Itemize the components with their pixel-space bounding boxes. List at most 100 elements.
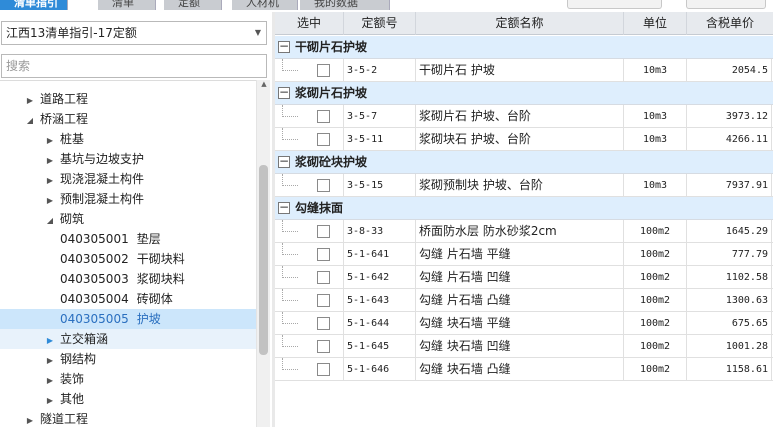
collapse-minus-icon[interactable]: − [278, 86, 290, 99]
table-row[interactable]: 5-1-643 勾缝 片石墙 凸缝 100m2 1300.63 [275, 289, 773, 312]
expand-triangle-icon[interactable]: ▶ [24, 91, 36, 111]
tree-item[interactable]: ▶ 预制混凝土构件 [0, 189, 256, 209]
column-header-name[interactable]: 定额名称 [416, 12, 624, 35]
row-checkbox[interactable] [317, 317, 330, 330]
collapse-minus-icon[interactable]: − [278, 201, 290, 214]
tree-item-040305001[interactable]: 040305001 垫层 [0, 229, 256, 249]
row-checkbox[interactable] [317, 340, 330, 353]
scroll-up-icon[interactable]: ▲ [257, 80, 271, 92]
quota-code-cell: 3-5-7 [344, 105, 416, 127]
table-row[interactable]: 5-1-641 勾缝 片石墙 平缝 100m2 777.79 [275, 243, 773, 266]
expand-triangle-icon[interactable]: ▶ [24, 411, 36, 427]
price-cell: 1158.61 [687, 358, 772, 380]
tree-item[interactable]: ◢ 桥涵工程 [0, 109, 256, 129]
tree-item-name: 干砌块料 [136, 252, 185, 266]
tree-item-040305003[interactable]: 040305003 浆砌块料 [0, 269, 256, 289]
column-header-code[interactable]: 定额号 [344, 12, 416, 35]
tree-item[interactable]: ◢ 砌筑 [0, 209, 256, 229]
select-cell [275, 312, 344, 334]
tab-my-data[interactable]: 我的数据 [300, 0, 390, 10]
left-panel: 江西13清单指引-17定额 ▼ ▶ 道路工程 ◢ 桥涵工程 ▶ 桩基 ▶ 基坑与边坡支护 ▶ 现浇… [0, 12, 272, 427]
quota-name-cell: 浆砌片石 护坡、台阶 [416, 105, 624, 127]
expand-triangle-icon[interactable]: ▶ [44, 151, 56, 171]
library-select[interactable]: 江西13清单指引-17定额 ▼ [1, 21, 267, 45]
top-action-button-2[interactable] [686, 0, 766, 9]
top-action-button-1[interactable] [567, 0, 662, 9]
expand-triangle-icon[interactable]: ▶ [44, 391, 56, 411]
tree-item[interactable]: ▶ 钢结构 [0, 349, 256, 369]
collapse-minus-icon[interactable]: − [278, 40, 290, 53]
group-row[interactable]: − 浆砌砼块护坡 [275, 151, 773, 174]
tab-quota[interactable]: 定额 [164, 0, 222, 10]
tree-item[interactable]: ▶ 现浇混凝土构件 [0, 169, 256, 189]
quota-code-cell: 3-5-11 [344, 128, 416, 150]
row-checkbox[interactable] [317, 133, 330, 146]
top-tab-strip: 清单指引 清单 定额 人材机 我的数据 [0, 0, 395, 10]
group-row[interactable]: − 勾缝抹面 [275, 197, 773, 220]
tree-connector-line [282, 358, 298, 370]
table-row[interactable]: 5-1-644 勾缝 块石墙 平缝 100m2 675.65 [275, 312, 773, 335]
tree-item-040305005[interactable]: 040305005 护坡 [0, 309, 256, 329]
table-row[interactable]: 3-8-33 桥面防水层 防水砂浆2cm 100m2 1645.29 [275, 220, 773, 243]
row-checkbox[interactable] [317, 248, 330, 261]
quota-code-cell: 5-1-646 [344, 358, 416, 380]
table-row[interactable]: 3-5-2 干砌片石 护坡 10m3 2054.5 [275, 59, 773, 82]
expand-triangle-icon[interactable]: ▶ [44, 351, 56, 371]
tree-scrollbar[interactable]: ▲ [256, 80, 270, 427]
tree-item-label: 道路工程 [40, 92, 89, 106]
expand-triangle-icon[interactable]: ▶ [44, 191, 56, 211]
chevron-down-icon: ▼ [254, 28, 261, 37]
table-row[interactable]: 3-5-7 浆砌片石 护坡、台阶 10m3 3973.12 [275, 105, 773, 128]
scrollbar-thumb[interactable] [259, 165, 268, 355]
column-header-select[interactable]: 选中 [275, 12, 344, 35]
group-row[interactable]: − 干砌片石护坡 [275, 36, 773, 59]
tree-connector-line [282, 174, 298, 186]
expand-triangle-icon[interactable]: ▶ [44, 171, 56, 191]
row-checkbox[interactable] [317, 225, 330, 238]
tree-item-name: 护坡 [136, 312, 161, 326]
row-checkbox[interactable] [317, 179, 330, 192]
table-row[interactable]: 3-5-11 浆砌块石 护坡、台阶 10m3 4266.11 [275, 128, 773, 151]
collapse-minus-icon[interactable]: − [278, 155, 290, 168]
tree-item-label: 钢结构 [60, 352, 97, 366]
collapse-triangle-icon[interactable]: ◢ [44, 211, 56, 231]
table-row[interactable]: 3-5-15 浆砌预制块 护坡、台阶 10m3 7937.91 [275, 174, 773, 197]
tab-bill-guide[interactable]: 清单指引 [0, 0, 68, 10]
quota-name-cell: 浆砌预制块 护坡、台阶 [416, 174, 624, 196]
tree-item[interactable]: ▶ 隧道工程 [0, 409, 256, 427]
library-select-value: 江西13清单指引-17定额 [6, 26, 137, 40]
tab-bill[interactable]: 清单 [98, 0, 156, 10]
tree-item-code: 040305003 [60, 272, 129, 286]
table-row[interactable]: 5-1-642 勾缝 片石墙 凹缝 100m2 1102.58 [275, 266, 773, 289]
tree-item[interactable]: ▶ 道路工程 [0, 89, 256, 109]
tree-item[interactable]: ▶ 基坑与边坡支护 [0, 149, 256, 169]
unit-cell: 100m2 [624, 266, 687, 288]
tab-labor-material-machine[interactable]: 人材机 [232, 0, 298, 10]
group-row[interactable]: − 浆砌片石护坡 [275, 82, 773, 105]
expand-triangle-icon[interactable]: ▶ [44, 371, 56, 391]
row-checkbox[interactable] [317, 110, 330, 123]
row-checkbox[interactable] [317, 294, 330, 307]
tree-item[interactable]: ▶ 桩基 [0, 129, 256, 149]
quota-name-cell: 勾缝 块石墙 凸缝 [416, 358, 624, 380]
tree-item-040305004[interactable]: 040305004 砖砌体 [0, 289, 256, 309]
tree-item-code: 040305005 [60, 312, 129, 326]
tree-item[interactable]: ▶ 立交箱涵 [0, 329, 256, 349]
column-header-unit[interactable]: 单位 [624, 12, 687, 35]
column-header-price[interactable]: 含税单价 [687, 12, 773, 35]
expand-triangle-icon[interactable]: ▶ [44, 131, 56, 151]
expand-triangle-icon[interactable]: ▶ [44, 331, 56, 351]
row-checkbox[interactable] [317, 64, 330, 77]
search-input[interactable] [1, 54, 267, 78]
select-cell [275, 335, 344, 357]
table-row[interactable]: 5-1-645 勾缝 块石墙 凹缝 100m2 1001.28 [275, 335, 773, 358]
table-row[interactable]: 5-1-646 勾缝 块石墙 凸缝 100m2 1158.61 [275, 358, 773, 381]
unit-cell: 100m2 [624, 312, 687, 334]
collapse-triangle-icon[interactable]: ◢ [24, 111, 36, 131]
price-cell: 1645.29 [687, 220, 772, 242]
row-checkbox[interactable] [317, 363, 330, 376]
tree-item[interactable]: ▶ 其他 [0, 389, 256, 409]
tree-item-040305002[interactable]: 040305002 干砌块料 [0, 249, 256, 269]
tree-item[interactable]: ▶ 装饰 [0, 369, 256, 389]
row-checkbox[interactable] [317, 271, 330, 284]
